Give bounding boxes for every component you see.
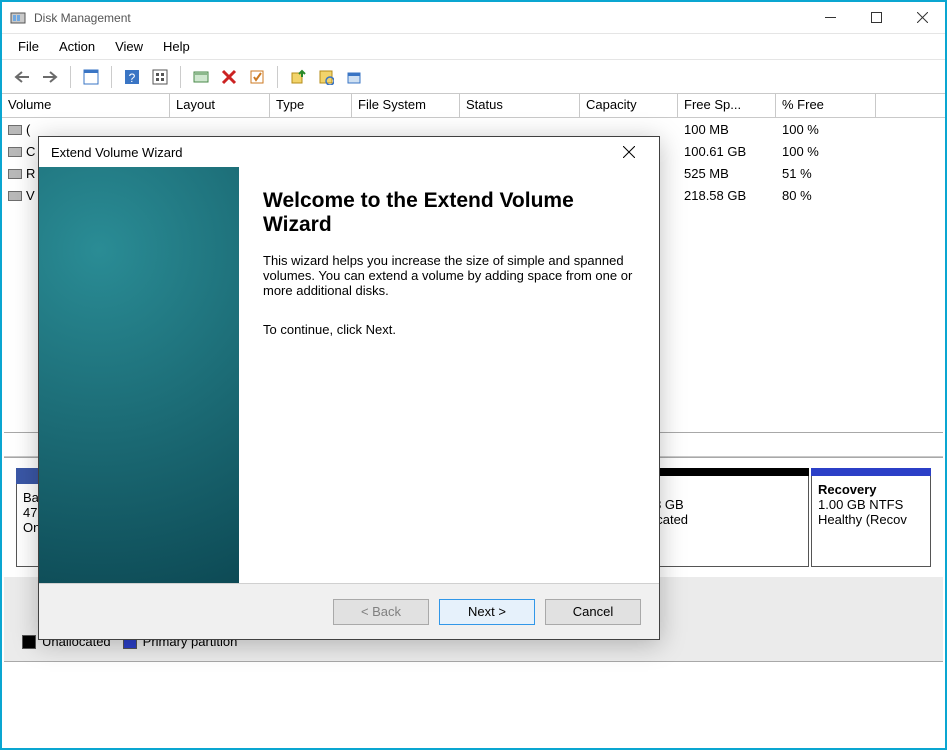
cell-volume: V xyxy=(26,188,35,203)
app-icon xyxy=(10,10,26,26)
partition-size: 1.00 GB NTFS xyxy=(818,497,924,512)
cell-free: 100 MB xyxy=(678,122,776,137)
minimize-button[interactable] xyxy=(807,2,853,34)
toolbar-separator xyxy=(277,66,278,88)
cell-pct: 51 % xyxy=(776,166,876,181)
volume-icon xyxy=(8,191,22,201)
dialog-title: Extend Volume Wizard xyxy=(51,145,611,160)
partition-status: allocated xyxy=(636,512,802,527)
cancel-button[interactable]: Cancel xyxy=(545,599,641,625)
toolbar-separator xyxy=(111,66,112,88)
toolbar-separator xyxy=(180,66,181,88)
menu-action[interactable]: Action xyxy=(49,36,105,57)
cell-pct: 100 % xyxy=(776,122,876,137)
toolbar-separator xyxy=(70,66,71,88)
action-button-1[interactable] xyxy=(286,65,310,89)
svg-text:?: ? xyxy=(129,71,136,85)
cell-free: 218.58 GB xyxy=(678,188,776,203)
dialog-main: Welcome to the Extend Volume Wizard This… xyxy=(239,167,659,583)
menu-help[interactable]: Help xyxy=(153,36,200,57)
partition-size: ?.43 GB xyxy=(636,497,802,512)
delete-button[interactable] xyxy=(217,65,241,89)
col-volume[interactable]: Volume xyxy=(2,94,170,117)
partition-title: Recovery xyxy=(818,482,924,497)
col-freespace[interactable]: Free Sp... xyxy=(678,94,776,117)
dialog-titlebar: Extend Volume Wizard xyxy=(39,137,659,167)
volume-icon xyxy=(8,169,22,179)
partition-status: Healthy (Recov xyxy=(818,512,924,527)
action-button-2[interactable] xyxy=(314,65,338,89)
cell-pct: 80 % xyxy=(776,188,876,203)
col-filesystem[interactable]: File System xyxy=(352,94,460,117)
cell-volume: C xyxy=(26,144,35,159)
col-capacity[interactable]: Capacity xyxy=(580,94,678,117)
cell-free: 525 MB xyxy=(678,166,776,181)
nav-forward-button[interactable] xyxy=(38,65,62,89)
dialog-heading: Welcome to the Extend Volume Wizard xyxy=(263,189,635,237)
titlebar: Disk Management xyxy=(2,2,945,34)
dialog-sidebar-image xyxy=(39,167,239,583)
cell-volume: R xyxy=(26,166,35,181)
dialog-body: Welcome to the Extend Volume Wizard This… xyxy=(39,167,659,583)
properties-button[interactable] xyxy=(245,65,269,89)
toolbar: ? xyxy=(2,60,945,94)
menu-view[interactable]: View xyxy=(105,36,153,57)
cell-free: 100.61 GB xyxy=(678,144,776,159)
col-pctfree[interactable]: % Free xyxy=(776,94,876,117)
dialog-footer: < Back Next > Cancel xyxy=(39,583,659,639)
col-status[interactable]: Status xyxy=(460,94,580,117)
close-button[interactable] xyxy=(899,2,945,34)
action-button-3[interactable] xyxy=(342,65,366,89)
extend-volume-wizard-dialog: Extend Volume Wizard Welcome to the Exte… xyxy=(38,136,660,640)
volume-table-header: Volume Layout Type File System Status Ca… xyxy=(2,94,945,118)
volume-icon xyxy=(8,125,22,135)
volume-icon xyxy=(8,147,22,157)
settings-button[interactable] xyxy=(148,65,172,89)
partition-recovery[interactable]: Recovery 1.00 GB NTFS Healthy (Recov xyxy=(811,468,931,567)
cell-pct: 100 % xyxy=(776,144,876,159)
col-type[interactable]: Type xyxy=(270,94,352,117)
next-button[interactable]: Next > xyxy=(439,599,535,625)
window-title: Disk Management xyxy=(34,11,807,25)
help-button[interactable]: ? xyxy=(120,65,144,89)
show-hide-console-tree-button[interactable] xyxy=(79,65,103,89)
refresh-button[interactable] xyxy=(189,65,213,89)
menubar: File Action View Help xyxy=(2,34,945,60)
col-layout[interactable]: Layout xyxy=(170,94,270,117)
legend-swatch-black xyxy=(22,635,36,649)
menu-file[interactable]: File xyxy=(8,36,49,57)
dialog-close-button[interactable] xyxy=(611,137,647,167)
dialog-description: This wizard helps you increase the size … xyxy=(263,253,635,298)
dialog-instruction: To continue, click Next. xyxy=(263,322,635,337)
nav-back-button[interactable] xyxy=(10,65,34,89)
cell-volume: ( xyxy=(26,122,30,137)
back-button: < Back xyxy=(333,599,429,625)
maximize-button[interactable] xyxy=(853,2,899,34)
